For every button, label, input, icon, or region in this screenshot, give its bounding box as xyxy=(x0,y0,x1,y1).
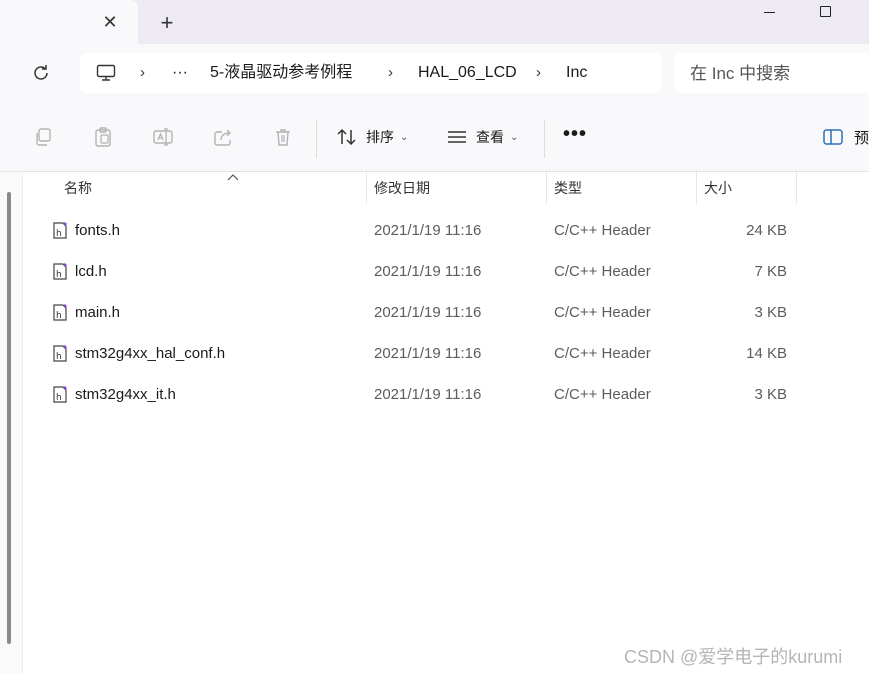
breadcrumb-item[interactable]: 5-液晶驱动参考例程 xyxy=(210,63,352,83)
refresh-icon[interactable] xyxy=(30,62,52,84)
file-row[interactable]: h fonts.h 2021/1/19 11:16 C/C++ Header 2… xyxy=(22,210,869,251)
file-size: 3 KB xyxy=(754,304,787,321)
view-button[interactable]: 查看 ⌄ xyxy=(446,124,518,150)
sort-icon xyxy=(337,128,356,146)
file-modified: 2021/1/19 11:16 xyxy=(374,263,482,280)
share-icon[interactable] xyxy=(212,126,234,148)
vertical-scrollbar[interactable] xyxy=(7,192,11,644)
breadcrumb-chevron[interactable]: › xyxy=(536,64,541,82)
column-divider[interactable] xyxy=(546,172,547,204)
column-header-row: 名称 修改日期 类型 大小 xyxy=(22,172,869,204)
file-modified: 2021/1/19 11:16 xyxy=(374,386,482,403)
svg-text:h: h xyxy=(56,270,62,280)
toolbar-separator xyxy=(316,120,317,158)
preview-pane-button[interactable]: 预 xyxy=(822,124,869,150)
svg-text:h: h xyxy=(56,311,62,321)
file-size: 7 KB xyxy=(754,263,787,280)
header-file-icon: h xyxy=(53,303,68,321)
rename-icon[interactable] xyxy=(152,126,174,148)
navigation-pane-edge xyxy=(0,172,23,674)
svg-text:h: h xyxy=(56,393,62,403)
column-header-type[interactable]: 类型 xyxy=(554,172,582,204)
preview-pane-icon xyxy=(823,129,843,145)
file-modified: 2021/1/19 11:16 xyxy=(374,345,482,362)
file-row[interactable]: h main.h 2021/1/19 11:16 C/C++ Header 3 … xyxy=(22,292,869,333)
column-header-name[interactable]: 名称 xyxy=(64,172,92,204)
breadcrumb-item-current[interactable]: Inc xyxy=(566,63,587,83)
active-tab[interactable]: ✕ xyxy=(0,0,138,44)
sort-button[interactable]: 排序 ⌄ xyxy=(336,124,408,150)
sort-label: 排序 xyxy=(366,129,394,145)
header-file-icon: h xyxy=(53,385,68,403)
close-tab-icon[interactable]: ✕ xyxy=(100,12,120,32)
file-modified: 2021/1/19 11:16 xyxy=(374,304,482,321)
breadcrumb-chevron[interactable]: › xyxy=(140,64,145,82)
column-header-modified[interactable]: 修改日期 xyxy=(374,172,430,204)
column-divider[interactable] xyxy=(796,172,797,204)
watermark: CSDN @爱学电子的kurumi xyxy=(624,647,843,667)
minimize-button[interactable] xyxy=(760,4,780,20)
column-divider[interactable] xyxy=(366,172,367,204)
file-type: C/C++ Header xyxy=(554,222,651,239)
file-row[interactable]: h stm32g4xx_hal_conf.h 2021/1/19 11:16 C… xyxy=(22,333,869,374)
file-name[interactable]: stm32g4xx_hal_conf.h xyxy=(75,333,225,374)
file-name[interactable]: main.h xyxy=(75,292,120,333)
header-file-icon: h xyxy=(53,344,68,362)
address-bar[interactable]: › ··· 5-液晶驱动参考例程 › HAL_06_LCD › Inc xyxy=(80,53,662,93)
svg-text:h: h xyxy=(56,352,62,362)
file-type: C/C++ Header xyxy=(554,345,651,362)
file-modified: 2021/1/19 11:16 xyxy=(374,222,482,239)
file-name[interactable]: fonts.h xyxy=(75,210,120,251)
this-pc-icon[interactable] xyxy=(96,63,116,83)
file-type: C/C++ Header xyxy=(554,263,651,280)
breadcrumb-chevron[interactable]: › xyxy=(388,64,393,82)
column-divider[interactable] xyxy=(696,172,697,204)
file-name[interactable]: lcd.h xyxy=(75,251,107,292)
header-file-icon: h xyxy=(53,221,68,239)
file-type: C/C++ Header xyxy=(554,386,651,403)
title-bar: ✕ + xyxy=(0,0,869,44)
column-header-size[interactable]: 大小 xyxy=(704,172,732,204)
file-size: 3 KB xyxy=(754,386,787,403)
command-bar: 排序 ⌄ 查看 ⌄ ••• 预 xyxy=(0,104,869,172)
view-label: 查看 xyxy=(476,129,504,145)
file-row[interactable]: h stm32g4xx_it.h 2021/1/19 11:16 C/C++ H… xyxy=(22,374,869,415)
address-row: › ··· 5-液晶驱动参考例程 › HAL_06_LCD › Inc xyxy=(0,44,869,104)
toolbar-separator xyxy=(544,120,545,158)
view-list-icon xyxy=(448,131,466,143)
chevron-down-icon: ⌄ xyxy=(400,131,409,143)
sort-ascending-icon xyxy=(227,174,239,181)
file-size: 24 KB xyxy=(746,222,787,239)
new-tab-button[interactable]: + xyxy=(156,12,178,35)
preview-label: 预 xyxy=(854,129,869,147)
file-name[interactable]: stm32g4xx_it.h xyxy=(75,374,176,415)
maximize-button[interactable] xyxy=(818,4,834,20)
file-size: 14 KB xyxy=(746,345,787,362)
delete-icon[interactable] xyxy=(272,126,294,148)
search-input[interactable] xyxy=(688,61,869,87)
chevron-down-icon: ⌄ xyxy=(510,131,519,143)
copy-icon[interactable] xyxy=(32,126,54,148)
file-row[interactable]: h lcd.h 2021/1/19 11:16 C/C++ Header 7 K… xyxy=(22,251,869,292)
search-box xyxy=(674,53,869,93)
file-type: C/C++ Header xyxy=(554,304,651,321)
paste-icon[interactable] xyxy=(92,126,114,148)
breadcrumb-overflow[interactable]: ··· xyxy=(172,63,188,83)
header-file-icon: h xyxy=(53,262,68,280)
file-list-pane: 名称 修改日期 类型 大小 h fonts.h 2021/1/19 11:16 … xyxy=(0,172,869,674)
more-options-button[interactable]: ••• xyxy=(562,124,588,150)
breadcrumb-item[interactable]: HAL_06_LCD xyxy=(418,63,517,83)
svg-text:h: h xyxy=(56,229,62,239)
